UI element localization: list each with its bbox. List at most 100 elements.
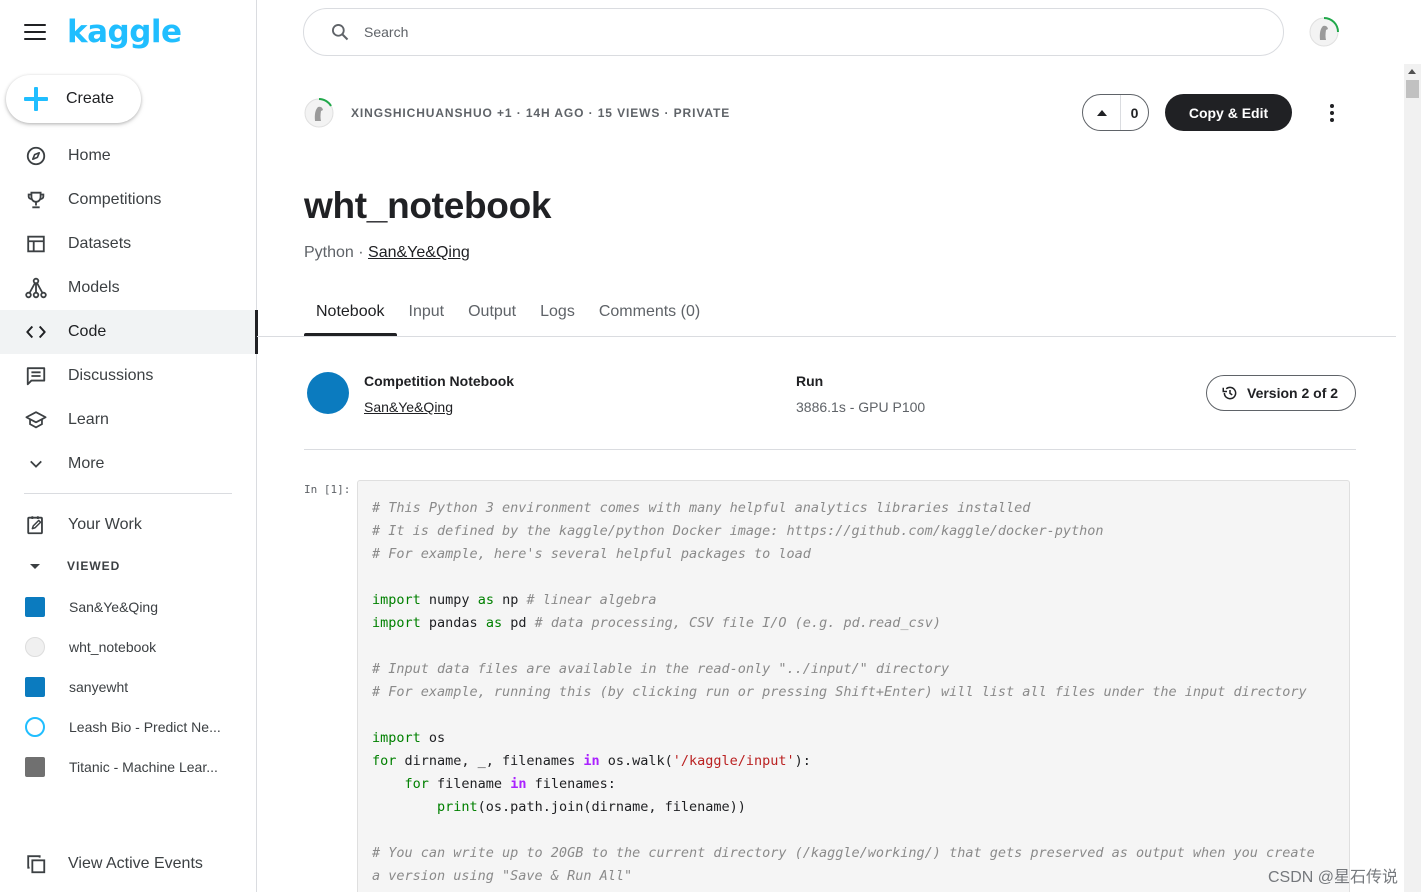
viewed-label: VIEWED (67, 559, 121, 573)
viewed-item[interactable]: San&Ye&Qing (0, 587, 257, 627)
sidebar-topbar: kaggle (24, 14, 182, 50)
models-icon (24, 276, 48, 300)
trophy-icon (24, 188, 48, 212)
code-line: # This Python 3 environment comes with m… (372, 500, 1031, 516)
sidebar-item-label: Code (68, 323, 107, 340)
code-line: for filename in filenames: (404, 776, 616, 792)
version-button[interactable]: Version 2 of 2 (1206, 375, 1356, 411)
sidebar-item-home[interactable]: Home (0, 134, 257, 178)
sidebar-item-models[interactable]: Models (0, 266, 257, 310)
create-button[interactable]: Create (6, 75, 141, 123)
notebook-subtitle: Python · San&Ye&Qing (304, 244, 470, 262)
competition-thumbnail (25, 757, 45, 777)
viewed-item[interactable]: wht_notebook (0, 627, 257, 667)
search-icon (332, 24, 349, 41)
kaggle-logo[interactable]: kaggle (67, 14, 182, 50)
watermark: CSDN @星石传说 (1268, 869, 1399, 886)
tabs-divider (257, 336, 1396, 337)
sidebar-item-discussions[interactable]: Discussions (0, 354, 257, 398)
sidebar-item-learn[interactable]: Learn (0, 398, 257, 442)
code-line: # You can write up to 20GB to the curren… (372, 845, 1315, 861)
competition-logo-icon (25, 717, 45, 737)
viewed-item[interactable]: sanyewht (0, 667, 257, 707)
cell-prompt: In [1]: (304, 483, 351, 496)
sidebar-item-label: Home (68, 147, 111, 164)
sidebar-item-label: Discussions (68, 367, 154, 384)
separator: · (353, 244, 369, 261)
code-line: # For example, here's several helpful pa… (372, 546, 811, 562)
sidebar-divider (24, 493, 232, 494)
scroll-thumb[interactable] (1406, 80, 1419, 98)
author-avatar[interactable] (303, 97, 335, 129)
viewed-item-label: sanyewht (69, 679, 129, 695)
info-divider (304, 449, 1356, 450)
your-work-section: Your Work (0, 503, 257, 547)
info-title: Competition Notebook (364, 373, 515, 389)
compass-icon (24, 144, 48, 168)
sidebar-item-label: More (68, 455, 105, 472)
viewed-item-label: Leash Bio - Predict Ne... (69, 719, 221, 735)
main-nav: Home Competitions Datasets Models Code D… (0, 134, 258, 486)
code-cell[interactable]: # This Python 3 environment comes with m… (357, 480, 1350, 892)
hamburger-menu-icon[interactable] (24, 24, 46, 40)
chevron-down-icon (24, 452, 48, 476)
viewed-section-toggle[interactable]: VIEWED (24, 556, 120, 576)
code-line: print(os.path.join(dirname, filename)) (437, 799, 746, 815)
run-value: 3886.1s - GPU P100 (796, 399, 926, 415)
sidebar-item-code[interactable]: Code (0, 310, 258, 354)
school-icon (24, 408, 48, 432)
discussion-icon (24, 364, 48, 388)
sidebar: kaggle Create Home Competitions Datasets (0, 0, 258, 892)
more-options-icon[interactable] (1320, 101, 1344, 125)
viewed-item[interactable]: Leash Bio - Predict Ne... (0, 707, 257, 747)
view-active-events[interactable]: View Active Events (0, 842, 257, 886)
sidebar-item-datasets[interactable]: Datasets (0, 222, 257, 266)
owner-link[interactable]: San&Ye&Qing (368, 244, 470, 262)
dataset-thumbnail (25, 677, 45, 697)
code-line: # It is defined by the kaggle/python Doc… (372, 523, 1104, 539)
notebook-avatar-icon (25, 637, 45, 657)
tab-logs[interactable]: Logs (528, 292, 587, 336)
search-input[interactable]: Search (303, 8, 1284, 56)
sidebar-item-label: Datasets (68, 235, 132, 252)
sidebar-item-label: Learn (68, 411, 109, 428)
viewed-item-label: San&Ye&Qing (69, 599, 158, 615)
sidebar-item-label: Competitions (68, 191, 162, 208)
version-label: Version 2 of 2 (1247, 385, 1339, 401)
competition-avatar (307, 372, 349, 414)
triangle-up-icon (1096, 109, 1107, 116)
viewed-list: San&Ye&Qing wht_notebook sanyewht Leash … (0, 587, 257, 787)
table-icon (24, 232, 48, 256)
scroll-up-icon[interactable] (1408, 69, 1416, 74)
page-scrollbar[interactable] (1404, 64, 1421, 892)
sidebar-item-your-work[interactable]: Your Work (0, 503, 257, 547)
dataset-thumbnail (25, 597, 45, 617)
tab-comments[interactable]: Comments (0) (587, 292, 712, 336)
code-line: for dirname, _, filenames in os.walk('/k… (372, 753, 811, 769)
sidebar-item-more[interactable]: More (0, 442, 257, 486)
copy-stack-icon (24, 852, 48, 876)
create-label: Create (66, 90, 115, 107)
page-title: wht_notebook (304, 185, 552, 226)
sidebar-item-label: Your Work (68, 516, 142, 533)
user-avatar[interactable] (1308, 16, 1340, 48)
code-line: # Input data files are available in the … (372, 661, 950, 677)
sidebar-item-competitions[interactable]: Competitions (0, 178, 257, 222)
code-line: # For example, running this (by clicking… (372, 684, 1307, 700)
tab-output[interactable]: Output (456, 292, 528, 336)
search-placeholder: Search (364, 24, 409, 40)
caret-down-icon (30, 563, 40, 569)
upvote-button[interactable] (1083, 95, 1121, 130)
info-author-link[interactable]: San&Ye&Qing (364, 399, 453, 415)
code-line: import pandas as pd # data processing, C… (372, 615, 941, 631)
copy-edit-button[interactable]: Copy & Edit (1165, 94, 1292, 131)
tab-input[interactable]: Input (397, 292, 457, 336)
viewed-item[interactable]: Titanic - Machine Lear... (0, 747, 257, 787)
run-label: Run (796, 373, 824, 389)
notebook-tabs: Notebook Input Output Logs Comments (0) (304, 292, 712, 336)
tab-notebook[interactable]: Notebook (304, 292, 397, 336)
